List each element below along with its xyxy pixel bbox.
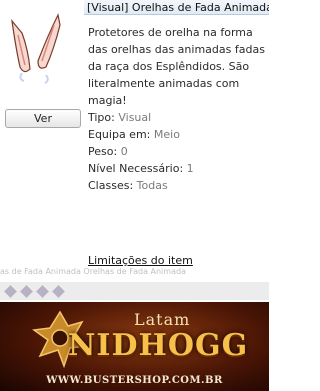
item-properties: Tipo: Visual Equipa em: Meio Peso: 0 Nív… [88,109,266,194]
banner-title: NIDHOGG [68,328,249,363]
background-page-text: as de Fada Animada Orelhas de Fada Anima… [0,268,269,276]
carousel-dot-4[interactable] [52,285,65,298]
view-button[interactable]: Ver [5,109,81,128]
item-tooltip-window: Ver [Visual] Orelhas de Fada Animada Pro… [0,0,269,269]
item-limits-link[interactable]: Limitações do item [88,254,193,267]
property-type: Tipo: Visual [88,111,152,124]
banner-url: WWW.BUSTERSHOP.COM.BR [46,375,223,386]
fairy-ears-item-image [11,13,61,84]
carousel-dot-1[interactable] [4,285,17,298]
property-weight: Peso: 0 [88,145,128,158]
nidhogg-ad-banner[interactable]: Latam NIDHOGG WWW.BUSTERSHOP.COM.BR [0,302,269,391]
carousel-dot-2[interactable] [20,285,33,298]
property-required-level: Nível Necessário: 1 [88,162,194,175]
banner-latam: Latam [134,310,191,329]
property-classes: Classes: Todas [88,179,168,192]
carousel-indicators [0,282,269,300]
property-equip: Equipa em: Meio [88,128,180,141]
item-title: [Visual] Orelhas de Fada Animada [84,0,269,15]
item-info: Protetores de orelha na forma das orelha… [88,24,266,194]
item-description: Protetores de orelha na forma das orelha… [88,26,265,107]
carousel-dot-3[interactable] [36,285,49,298]
